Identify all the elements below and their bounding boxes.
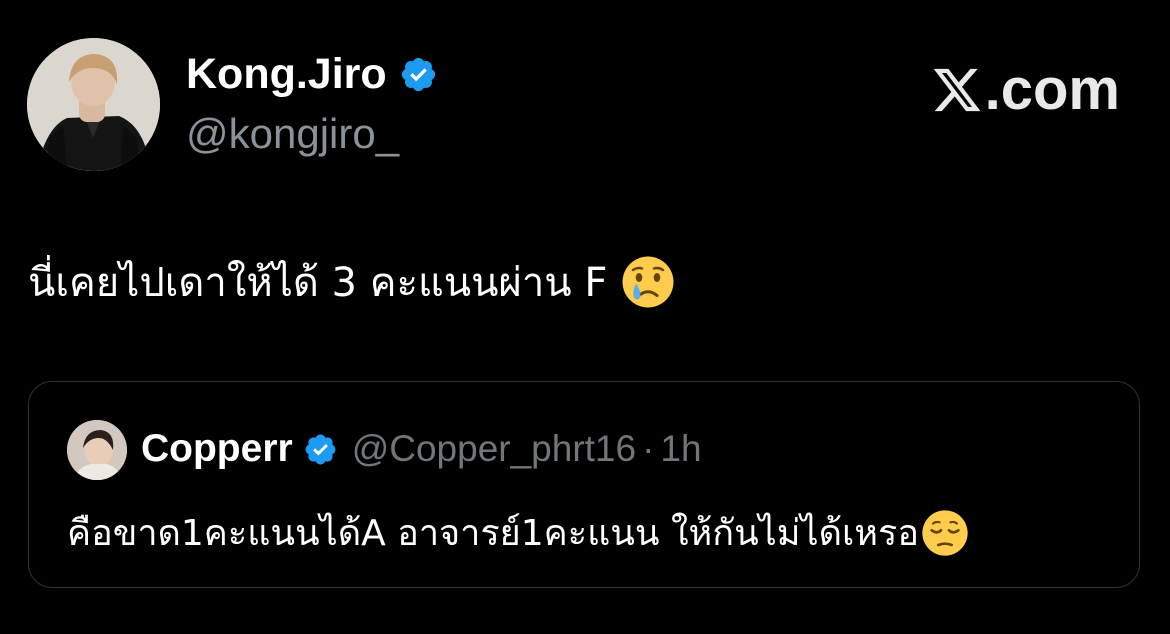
quoted-author-handle[interactable]: @Copper_phrt16 (352, 428, 636, 470)
verified-badge-icon (305, 434, 336, 464)
author-display-name[interactable]: Kong.Jiro (186, 50, 387, 99)
author-avatar-image (27, 38, 160, 171)
crying-face-emoji-icon (622, 256, 674, 308)
x-logo-icon (933, 68, 981, 111)
quoted-author-display-name[interactable]: Copperr (141, 427, 293, 471)
quoted-author-avatar[interactable] (67, 420, 127, 480)
tweet-text: นี่เคยไปเดาให้ได้ 3 คะแนนผ่าน F (28, 260, 608, 306)
quoted-tweet-timestamp[interactable]: 1h (660, 428, 701, 470)
quoted-author-avatar-image (67, 420, 127, 480)
brand-label: .com (984, 57, 1120, 122)
author-handle[interactable]: @kongjiro_ (186, 110, 399, 158)
tweet-body: นี่เคยไปเดาให้ได้ 3 คะแนนผ่าน F (28, 250, 675, 314)
pensive-face-emoji-icon (922, 509, 968, 556)
verified-badge-icon (401, 57, 435, 92)
quoted-tweet-body: คือขาด1คะแนนได้A อาจารย์1คะแนน ให้กันไม่… (67, 504, 969, 561)
author-avatar[interactable] (27, 38, 160, 171)
quoted-tweet-text: คือขาด1คะแนนได้A อาจารย์1คะแนน ให้กันไม่… (67, 513, 919, 554)
brand-watermark: .com (931, 56, 1120, 123)
header-separator: · (642, 428, 655, 469)
quoted-tweet-card[interactable]: Copperr @Copper_phrt16 · 1h คือขาด1คะแนน… (28, 381, 1140, 588)
quoted-tweet-header: Copperr @Copper_phrt16 · 1h (141, 427, 702, 471)
author-display-name-row[interactable]: Kong.Jiro (186, 50, 438, 99)
